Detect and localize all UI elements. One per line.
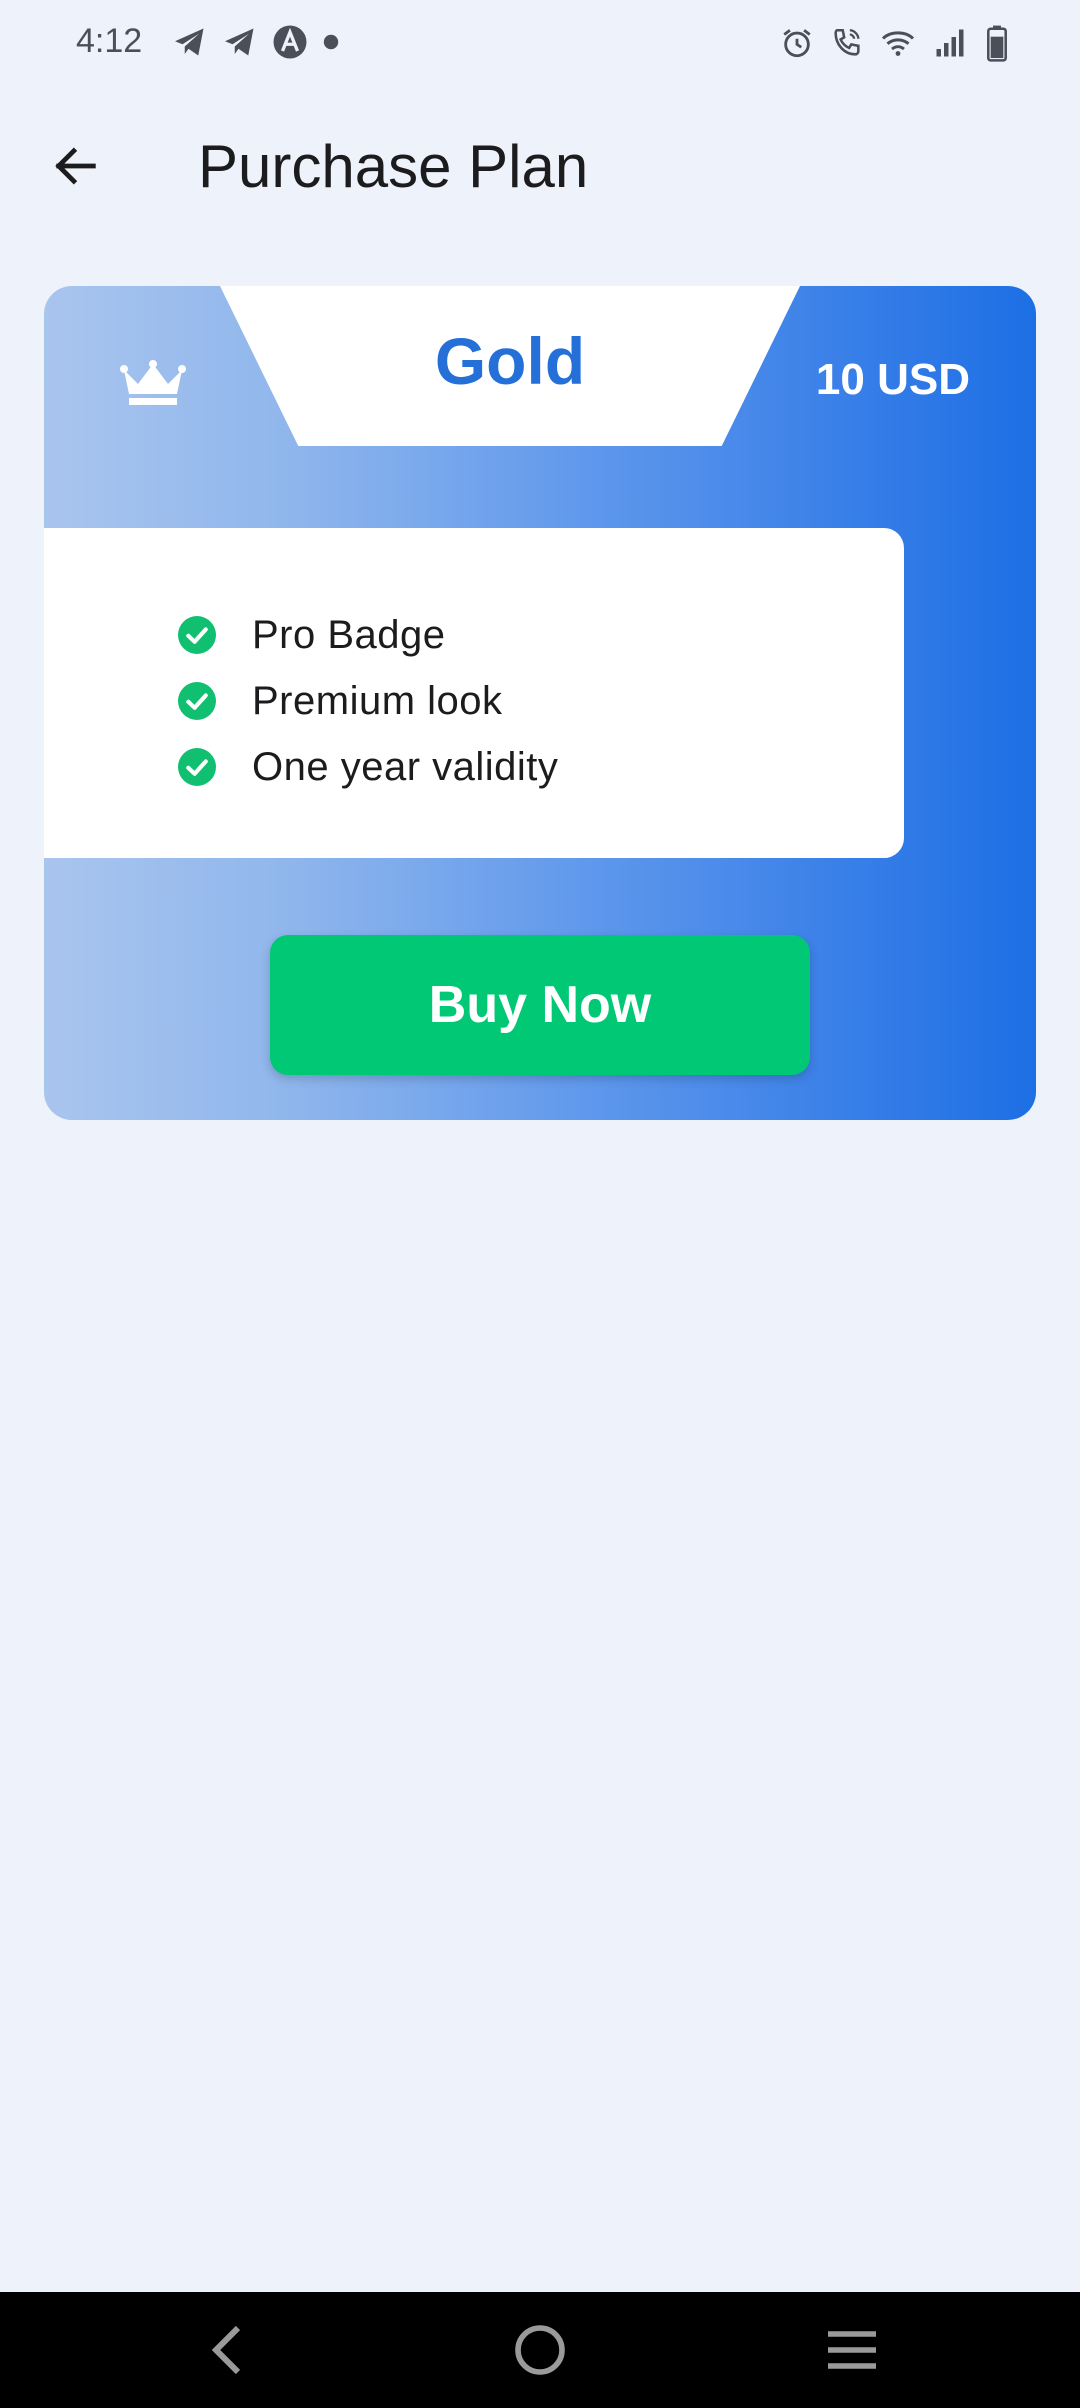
wifi-icon xyxy=(881,31,915,56)
dot-icon xyxy=(323,34,339,50)
nav-home-icon xyxy=(515,2325,565,2375)
features-box: Pro Badge Premium look One year validity xyxy=(44,528,904,858)
nav-menu-icon xyxy=(828,2331,876,2369)
wifi-call-icon xyxy=(834,28,860,56)
status-notification-icons xyxy=(172,24,340,60)
buy-now-button[interactable]: Buy Now xyxy=(270,935,810,1075)
status-bar: 4:12 xyxy=(0,0,1080,90)
app-bar: Purchase Plan xyxy=(0,110,1080,220)
plan-name: Gold xyxy=(434,324,586,398)
alarm-icon xyxy=(783,29,811,58)
feature-item: Premium look xyxy=(178,668,558,734)
check-circle-icon xyxy=(178,682,216,720)
crown-icon xyxy=(120,360,186,405)
signal-icon xyxy=(936,29,964,57)
nav-home-button[interactable] xyxy=(504,2314,576,2386)
page-title: Purchase Plan xyxy=(198,133,589,200)
feature-item: Pro Badge xyxy=(178,602,558,668)
buy-now-label: Buy Now xyxy=(428,976,652,1034)
back-button[interactable] xyxy=(40,130,112,202)
status-time: 4:12 xyxy=(76,22,143,60)
arrow-left-icon xyxy=(55,147,96,185)
app-a-icon xyxy=(273,25,307,59)
plan-card: Gold 10 USD Pro Badge Premium look One y… xyxy=(44,286,1036,1120)
battery-icon xyxy=(987,25,1007,62)
feature-label: Pro Badge xyxy=(252,612,446,657)
feature-item: One year validity xyxy=(178,734,558,800)
nav-back-button[interactable] xyxy=(192,2314,264,2386)
status-system-icons xyxy=(780,24,1010,62)
plan-price: 10 USD xyxy=(815,355,970,404)
check-circle-icon xyxy=(178,748,216,786)
telegram-icon xyxy=(175,28,204,56)
feature-label: Premium look xyxy=(252,678,503,723)
nav-menu-button[interactable] xyxy=(816,2314,888,2386)
telegram-icon xyxy=(225,28,254,56)
feature-list: Pro Badge Premium look One year validity xyxy=(178,602,558,800)
feature-label: One year validity xyxy=(252,744,559,789)
system-nav-bar xyxy=(0,2292,1080,2408)
nav-back-icon xyxy=(211,2325,241,2375)
check-circle-icon xyxy=(178,616,216,654)
